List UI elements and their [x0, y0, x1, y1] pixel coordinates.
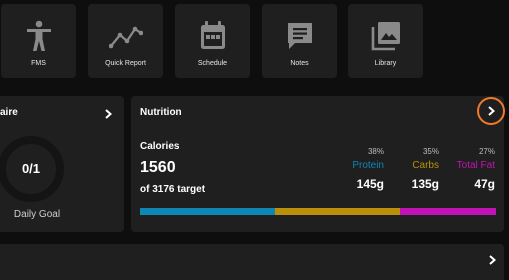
macro-distribution-bar — [140, 208, 496, 215]
notes-chat-icon — [287, 23, 312, 49]
macro-segment-total-fat — [399, 208, 496, 215]
macro-segment-carbs — [275, 208, 400, 215]
bottom-card[interactable] — [0, 244, 504, 280]
calories-label: Calories — [140, 141, 180, 152]
person-icon — [26, 20, 51, 51]
protein-grams: 145g — [356, 177, 384, 191]
library-images-icon — [371, 22, 400, 51]
chevron-right-icon[interactable] — [486, 254, 498, 266]
calories-target: of 3176 target — [140, 184, 206, 195]
tile-quick-report[interactable]: Quick Report — [88, 4, 163, 78]
tile-schedule[interactable]: Schedule — [175, 4, 250, 78]
calendar-icon — [200, 21, 225, 49]
goal-count: 0/1 — [21, 161, 41, 176]
macro-segment-protein — [140, 208, 276, 215]
goal-caption: Daily Goal — [13, 209, 61, 220]
protein-percent: 38% — [367, 147, 384, 156]
tile-label: Notes — [290, 60, 309, 67]
carbs-grams: 135g — [411, 177, 439, 191]
tile-label: Library — [374, 60, 397, 67]
chevron-right-icon[interactable] — [102, 108, 114, 120]
nutrition-card[interactable]: Nutrition Calories 1560 of 3176 target 3… — [131, 96, 505, 232]
tile-fms[interactable]: FMS — [1, 4, 76, 78]
fat-grams: 47g — [474, 177, 495, 191]
card-title: aire — [0, 107, 18, 118]
carbs-percent: 35% — [422, 147, 439, 156]
calories-value: 1560 — [140, 159, 176, 176]
tile-library[interactable]: Library — [348, 4, 423, 78]
tile-label: FMS — [31, 60, 46, 67]
tile-label: Quick Report — [105, 60, 146, 67]
fat-percent: 27% — [478, 147, 495, 156]
trend-line-icon — [108, 26, 143, 49]
nutrition-title: Nutrition — [140, 107, 182, 118]
carbs-label: Carbs — [412, 160, 439, 171]
fat-label: Total Fat — [456, 160, 495, 171]
protein-label: Protein — [352, 160, 384, 171]
questionnaire-card[interactable]: aire 0/1 Daily Goal — [0, 96, 124, 232]
tile-notes[interactable]: Notes — [262, 4, 337, 78]
tile-label: Schedule — [197, 60, 228, 67]
dashboard: FMS Quick Report Schedule Notes Library … — [0, 0, 509, 280]
chevron-right-icon[interactable] — [485, 105, 497, 117]
